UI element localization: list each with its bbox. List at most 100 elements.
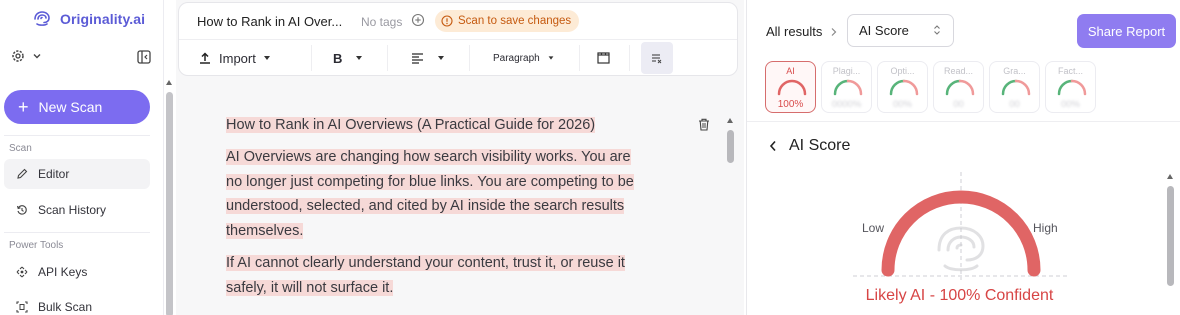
bold-label: B	[333, 50, 343, 66]
sidebar-item-label: Bulk Scan	[38, 300, 93, 314]
score-chips: AI 100% Plagi... 0000% Opti... 00% Read.…	[765, 61, 1096, 113]
share-report-button[interactable]: Share Report	[1077, 14, 1176, 48]
divider	[747, 121, 1180, 122]
gauge-low-label: Low	[862, 221, 885, 235]
divider	[311, 45, 312, 71]
save-notice-text: Scan to save changes	[458, 15, 572, 27]
mini-gauge-icon	[945, 79, 975, 96]
chip-label: Fact...	[1057, 66, 1083, 76]
save-notice-badge: Scan to save changes	[435, 10, 580, 32]
trash-icon[interactable]	[698, 118, 710, 131]
scroll-up-arrow-icon[interactable]	[727, 118, 733, 123]
align-left-icon	[412, 53, 423, 64]
brand-name: Originality.ai	[60, 11, 146, 27]
document-title[interactable]: How to Rank in AI Over...	[197, 14, 342, 29]
chip-value: 0000%	[831, 99, 862, 110]
scroll-up-arrow-icon[interactable]	[1167, 174, 1173, 179]
result-type-select[interactable]: AI Score	[847, 14, 954, 47]
bold-button[interactable]: B	[333, 41, 363, 75]
highlighted-text: How to Rank in AI Overviews (A Practical…	[226, 117, 596, 133]
sidebar-collapse-icon[interactable]	[137, 50, 151, 64]
align-button[interactable]	[411, 41, 444, 75]
history-icon	[16, 205, 27, 215]
scroll-up-arrow-icon[interactable]	[166, 80, 172, 85]
sidebar-item-bulk-scan[interactable]: Bulk Scan	[4, 292, 150, 315]
sidebar: Originality.ai + New Scan Scan Editor Sc…	[0, 0, 164, 315]
chip-label: AI	[786, 66, 795, 76]
sidebar-item-scan-history[interactable]: Scan History	[4, 195, 150, 225]
paragraph-style-select[interactable]: Paragraph	[493, 41, 554, 75]
divider	[469, 45, 470, 71]
add-tag-icon[interactable]	[411, 13, 425, 27]
divider	[4, 135, 150, 136]
chip-value: 100%	[777, 99, 804, 110]
chip-value: 00%	[1060, 99, 1080, 110]
breadcrumb[interactable]: All results	[766, 24, 838, 39]
clear-formatting-button[interactable]	[641, 42, 673, 74]
info-icon	[441, 15, 453, 27]
caret-down-icon	[263, 56, 270, 60]
sidebar-scrollbar[interactable]	[166, 78, 173, 315]
chip-readability[interactable]: Read... 00	[933, 61, 984, 113]
chip-value: 00	[953, 99, 964, 110]
sidebar-item-editor[interactable]: Editor	[4, 159, 150, 189]
scrollbar-thumb[interactable]	[727, 130, 734, 163]
chevron-left-icon	[769, 140, 776, 152]
results-scrollbar[interactable]	[1167, 174, 1174, 315]
section-title: AI Score	[789, 137, 851, 154]
gear-icon	[12, 50, 24, 62]
sidebar-item-label: Scan History	[38, 203, 107, 217]
paragraph-label: Paragraph	[493, 52, 540, 64]
clapper-icon	[597, 52, 610, 64]
new-scan-button[interactable]: + New Scan	[4, 90, 150, 124]
pencil-icon	[17, 168, 28, 179]
chip-plagiarism[interactable]: Plagi... 0000%	[821, 61, 872, 113]
mini-gauge-icon	[777, 79, 807, 96]
chip-label: Gra...	[1003, 66, 1026, 76]
chip-grammar[interactable]: Gra... 00	[989, 61, 1040, 113]
sidebar-item-label: Editor	[38, 167, 70, 181]
caret-down-icon	[438, 56, 444, 60]
divider	[387, 45, 388, 71]
sidebar-item-api-keys[interactable]: API Keys	[4, 257, 150, 287]
scrollbar-thumb[interactable]	[1167, 186, 1174, 286]
chip-label: Opti...	[890, 66, 915, 76]
divider	[629, 45, 630, 71]
document-heading: How to Rank in AI Overviews (A Practical…	[226, 115, 646, 135]
upload-icon	[200, 52, 210, 64]
gauge-high-label: High	[1033, 221, 1058, 235]
chip-label: Read...	[943, 66, 974, 76]
chip-fact-check[interactable]: Fact... 00%	[1045, 61, 1096, 113]
chevron-down-icon	[33, 54, 41, 59]
editor-scrollbar[interactable]	[727, 118, 734, 315]
highlighted-text: If AI cannot clearly understand your con…	[226, 255, 625, 296]
caret-down-icon	[356, 56, 363, 60]
back-button[interactable]: AI Score	[769, 137, 850, 155]
chip-label: Plagi...	[832, 66, 861, 76]
scrollbar-thumb[interactable]	[166, 92, 173, 315]
mini-gauge-icon	[1001, 79, 1031, 96]
paragraph: If AI cannot clearly understand your con…	[226, 251, 646, 300]
section-title-scan: Scan	[9, 143, 32, 154]
chip-optimization[interactable]: Opti... 00%	[877, 61, 928, 113]
section-title-power-tools: Power Tools	[9, 240, 64, 251]
plus-icon: +	[18, 97, 29, 117]
mini-gauge-icon	[833, 79, 863, 96]
all-results-link[interactable]: All results	[766, 24, 822, 39]
paragraph: AI Overviews are changing how search vis…	[226, 145, 646, 243]
editor-area: How to Rank in AI Over... No tags Scan t…	[176, 0, 744, 315]
sidebar-item-label: API Keys	[38, 265, 88, 279]
logo[interactable]: Originality.ai	[32, 10, 145, 28]
import-button[interactable]: Import	[199, 41, 270, 75]
api-icon	[16, 266, 28, 278]
chip-ai[interactable]: AI 100%	[765, 61, 816, 113]
selected-value: AI Score	[859, 23, 909, 38]
verdict-text: Likely AI - 100% Confident	[865, 287, 1054, 304]
chevron-right-icon	[831, 27, 837, 36]
bulk-scan-icon	[16, 301, 28, 313]
media-button[interactable]	[597, 41, 610, 75]
chip-value: 00%	[892, 99, 912, 110]
app-root: Originality.ai + New Scan Scan Editor Sc…	[0, 0, 1180, 315]
editor-content[interactable]: How to Rank in AI Overviews (A Practical…	[226, 115, 646, 308]
settings-menu[interactable]	[10, 48, 42, 64]
